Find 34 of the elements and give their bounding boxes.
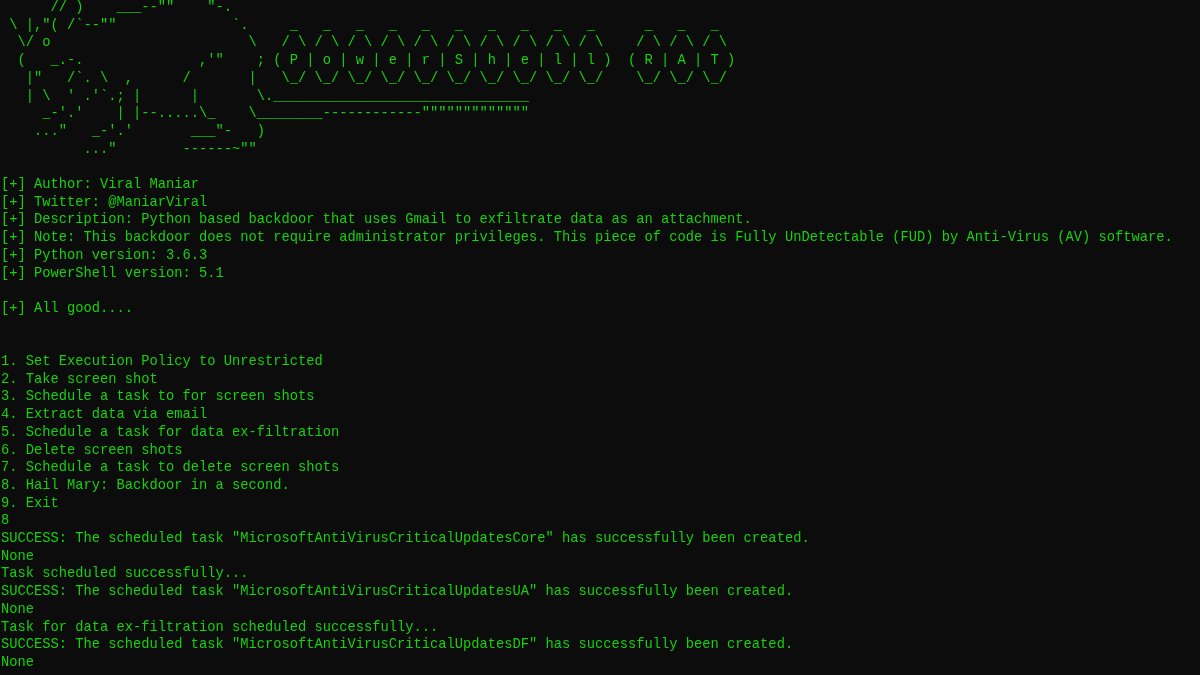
info-line: [+] Author: Viral Maniar xyxy=(1,176,200,194)
output-line: Task scheduled successfully... xyxy=(1,565,249,584)
output-line: SUCCESS: The scheduled task "MicrosoftAntiVirusCriticalUpdatesCore" has successfully been created. xyxy=(1,530,810,548)
ascii-art-line: | \ ' .'`.; | | \._______________________________ xyxy=(24,87,530,106)
ascii-art-line: ..." _-'.' ___"- ) xyxy=(33,122,266,141)
menu-option: 4. Extract data via email xyxy=(1,406,208,424)
output-line: None xyxy=(1,547,34,566)
ascii-art-line: ( _.-. ,'" ; ( P | o | w | e | r | S | h | e | l | l ) ( R | A | T ) xyxy=(16,52,736,70)
ascii-art-line: _-'.' | |--.....\_ \________------------""""""""""""" xyxy=(41,105,530,123)
ascii-art-line: |" /`. \ , / | \_/ \_/ \_/ \_/ \_/ \_/ \_/ \_/ \_/ \_/ \_/ \_/ \_/ xyxy=(24,69,728,88)
menu-option: 1. Set Execution Policy to Unrestricted xyxy=(1,353,323,371)
menu-option: 8. Hail Mary: Backdoor in a second. xyxy=(1,476,290,495)
ascii-art-line: \ |,"( /`--"" `. _ _ _ _ _ _ _ _ _ _ _ _ _ xyxy=(8,16,719,35)
output-line: SUCCESS: The scheduled task "MicrosoftAntiVirusCriticalUpdatesDF" has successfully been created. xyxy=(1,636,794,654)
info-line: [+] Python version: 3.6.3 xyxy=(1,246,208,265)
status-line: [+] All good.... xyxy=(1,299,134,318)
output-line: None xyxy=(1,653,34,672)
info-line: [+] Note: This backdoor does not require administrator privileges. This piece of code is Fully UnDetectable (FUD) by Anti-Virus (AV) software. xyxy=(1,229,1173,247)
menu-option: 2. Take screen shot xyxy=(1,370,158,389)
menu-option: 3. Schedule a task to for screen shots xyxy=(1,388,315,407)
menu-option: 9. Exit xyxy=(1,494,59,513)
info-line: [+] PowerShell version: 5.1 xyxy=(1,264,224,283)
ascii-art-line: \/ o \ / \ / \ / \ / \ / \ / \ / \ / \ / \ / \ / \ / \ / \ xyxy=(16,34,728,53)
output-line: SUCCESS: The scheduled task "MicrosoftAntiVirusCriticalUpdatesUA" has successfully been created. xyxy=(1,583,794,601)
output-line: Task for data ex-filtration scheduled successfully... xyxy=(1,618,439,637)
menu-option: 7. Schedule a task to delete screen shots xyxy=(1,459,340,477)
info-line: [+] Twitter: @ManiarViral xyxy=(1,193,208,212)
output-line: None xyxy=(1,600,34,619)
ascii-art-line: ..." ------~"" xyxy=(82,140,257,159)
info-line: [+] Description: Python based backdoor that uses Gmail to exfiltrate data as an attachment. xyxy=(1,211,752,230)
menu-option: 6. Delete screen shots xyxy=(1,441,183,460)
output-line: 8 xyxy=(1,512,10,531)
ascii-art-line: // ) ___--"" "-. xyxy=(49,0,233,17)
menu-option: 5. Schedule a task for data ex-filtration xyxy=(1,423,340,442)
